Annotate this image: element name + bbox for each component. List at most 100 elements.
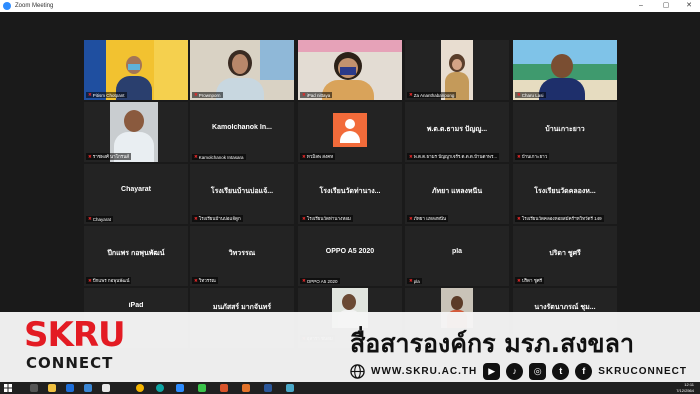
instagram-icon[interactable]: ◎ (529, 362, 547, 380)
participant-name: pla (451, 248, 463, 255)
edge-icon[interactable] (156, 384, 164, 392)
video-tile[interactable]: โรงเรียนบ้านบ่อแจ้... ✖ โรงเรียนบ้านบ่อแจ… (190, 164, 294, 224)
line-icon[interactable] (198, 384, 206, 392)
default-avatar-icon (333, 113, 367, 147)
video-tile[interactable]: ✖ ทวมิลพ สงคห (298, 102, 402, 162)
participant-name: โรงเรียนบ้านบ่อแจ้... (210, 188, 274, 195)
participant-name: โรงเรียนวัดคลองห... (534, 188, 596, 195)
video-tile[interactable]: ✖ Pitism Chotpant (84, 40, 188, 100)
title-bar: Zoom Meeting – ▢ ✕ (0, 0, 700, 12)
video-tile[interactable]: ✖ Charu Lasi (513, 40, 617, 100)
website-url[interactable]: WWW.SKRU.AC.TH (371, 366, 477, 377)
participant-label: ✖ iPad nittaya (300, 92, 333, 98)
mic-muted-icon: ✖ (409, 215, 413, 221)
participant-label: ✖ ปริดา ชูศรี (515, 277, 545, 284)
app-icon[interactable] (286, 384, 294, 392)
close-button[interactable]: ✕ (678, 0, 700, 12)
mic-muted-icon: ✖ (194, 215, 198, 221)
window-title: Zoom Meeting (15, 3, 54, 9)
video-tile[interactable]: ✖ Prownporn (190, 40, 294, 100)
participant-name: ปีกแพร กอพุนพัฒน์ (107, 250, 165, 257)
participant-label: ✖ Za Ananthabanpong (407, 92, 457, 98)
mic-muted-icon: ✖ (409, 92, 413, 97)
mic-muted-icon: ✖ (517, 92, 521, 97)
video-tile[interactable]: ปริดา ชูศรี ✖ ปริดา ชูศรี (513, 226, 617, 286)
app-icon[interactable] (242, 384, 250, 392)
search-icon[interactable] (30, 384, 38, 392)
maximize-button[interactable]: ▢ (655, 0, 677, 12)
participant-label: ✖ ราชพงศ์ นาโกรนส์ (86, 153, 132, 160)
zoom-icon (3, 2, 11, 10)
youtube-icon[interactable]: ▶ (483, 362, 501, 380)
participant-name: ปริดา ชูศรี (549, 250, 581, 257)
participant-label: ✖ ปีกแพร กอพุนพัฒน์ (86, 277, 132, 284)
participant-name: พ.ต.ต.ธามร ปัญญู... (426, 126, 488, 133)
tiktok-icon[interactable]: ♪ (506, 362, 524, 380)
zoom-taskbar-icon[interactable] (176, 384, 184, 392)
participant-label: ✖ โรงเรียนบ้านบ่อแจ้ดูก (192, 215, 243, 222)
video-tile[interactable]: โรงเรียนวัดท่านาง... ✖ โรงเรียนวัดท่านางห… (298, 164, 402, 224)
twitter-icon[interactable]: t (552, 362, 570, 380)
participant-video (513, 40, 617, 100)
participant-label: ✖ ทวมิลพ สงคห (300, 153, 336, 160)
participant-label: ✖ พ.ต.ต.ธามร ปัญญูาเจร์ร.ต.ต.ต.บ้านตาพร..… (407, 153, 500, 160)
skru-connect-logo: SKRU CONNECT (24, 315, 126, 372)
video-tile[interactable]: ปีกแพร กอพุนพัฒน์ ✖ ปีกแพร กอพุนพัฒน์ (84, 226, 188, 286)
participant-name: ภัทยา แหลงหนีน (431, 188, 483, 195)
mic-muted-icon: ✖ (194, 154, 198, 159)
video-tile[interactable]: วิทวรรณ ✖ วิทวรรณ (190, 226, 294, 286)
powerpoint-icon[interactable] (220, 384, 228, 392)
windows-taskbar: 12:11 7/12/2564 (0, 382, 700, 394)
mic-muted-icon: ✖ (517, 153, 521, 159)
participant-label: ✖ Chayarat (86, 216, 114, 222)
participant-label: ✖ ภัทยา แหลงหนีน (407, 215, 449, 222)
participant-label: ✖ OPPO A5 2020 (300, 278, 340, 284)
video-tile[interactable]: ภัทยา แหลงหนีน ✖ ภัทยา แหลงหนีน (405, 164, 509, 224)
video-tile[interactable]: ✖ Za Ananthabanpong (405, 40, 509, 100)
mic-muted-icon: ✖ (88, 92, 92, 97)
video-tile[interactable]: Kamolchanok In... ✖ Kamolchanok Intasara (190, 102, 294, 162)
video-tile[interactable]: Chayarat ✖ Chayarat (84, 164, 188, 224)
store-icon[interactable] (66, 384, 74, 392)
windows-start-icon[interactable] (4, 384, 12, 392)
mic-muted-icon: ✖ (88, 277, 92, 283)
participant-name: iPad (128, 302, 144, 309)
participant-video (405, 40, 509, 100)
banner-contact-row: WWW.SKRU.AC.TH ▶ ♪ ◎ t f SKRUCONNECT (350, 362, 687, 380)
mic-muted-icon: ✖ (302, 278, 306, 283)
video-tile[interactable]: pla ✖ pla (405, 226, 509, 286)
app-icon[interactable] (102, 384, 110, 392)
video-tile[interactable]: OPPO A5 2020 ✖ OPPO A5 2020 (298, 226, 402, 286)
participant-label: ✖ Pitism Chotpant (86, 92, 127, 98)
video-tile[interactable]: บ้านเกาะยาว ✖ บ้านเกาะยาว (513, 102, 617, 162)
word-icon[interactable] (264, 384, 272, 392)
participant-name: โรงเรียนวัดท่านาง... (319, 188, 381, 195)
mic-muted-icon: ✖ (88, 153, 92, 159)
banner-title: สื่อสารองค์กร มรภ.สงขลา (350, 329, 635, 358)
participant-video (84, 40, 188, 100)
video-tile[interactable]: พ.ต.ต.ธามร ปัญญู... ✖ พ.ต.ต.ธามร ปัญญูาเจ… (405, 102, 509, 162)
zoom-window: Zoom Meeting – ▢ ✕ ✖ Pitism Chotpant ✖ Pr (0, 0, 700, 394)
video-tile[interactable]: ✖ iPad nittaya (298, 40, 402, 100)
participant-label: ✖ วิทวรรณ (192, 277, 218, 284)
mic-muted-icon: ✖ (194, 92, 198, 97)
participant-name: Chayarat (121, 186, 151, 193)
system-clock[interactable]: 12:11 7/12/2564 (676, 382, 694, 394)
participant-label: ✖ Prownporn (192, 92, 223, 98)
mail-icon[interactable] (84, 384, 92, 392)
video-tile[interactable]: ✖ ราชพงศ์ นาโกรนส์ (84, 102, 188, 162)
facebook-icon[interactable]: f (575, 362, 593, 380)
chrome-icon[interactable] (136, 384, 144, 392)
participant-name: บ้านเกาะยาว (545, 126, 585, 133)
participant-name: วิทวรรณ (228, 250, 256, 257)
mic-muted-icon: ✖ (409, 278, 413, 283)
participant-video (190, 40, 294, 100)
participant-video (298, 40, 402, 100)
social-handle: SKRUCONNECT (598, 365, 687, 377)
video-tile[interactable]: โรงเรียนวัดคลองห... ✖ โรงเรียนวัดคลองหอยส… (513, 164, 617, 224)
mic-muted-icon: ✖ (302, 153, 306, 159)
file-explorer-icon[interactable] (48, 384, 56, 392)
mic-muted-icon: ✖ (409, 153, 413, 159)
participant-label: ✖ โรงเรียนวัดท่านางหอม (300, 215, 353, 222)
minimize-button[interactable]: – (630, 0, 652, 12)
